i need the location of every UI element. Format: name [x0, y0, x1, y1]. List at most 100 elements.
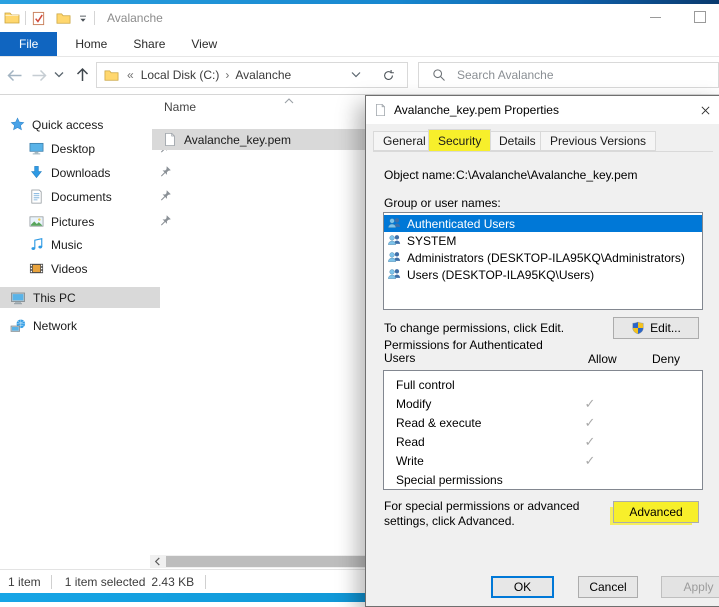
tab-general[interactable]: General [373, 131, 436, 151]
permission-row-read[interactable]: Read ✓ [384, 432, 702, 451]
minimize-button[interactable] [640, 4, 670, 30]
file-icon [163, 132, 177, 147]
allow-checkmark: ✓ [581, 434, 599, 450]
ok-button[interactable]: OK [491, 576, 554, 598]
permission-row-modify[interactable]: Modify ✓ [384, 394, 702, 413]
sidebar-item-this-pc[interactable]: This PC [0, 287, 160, 308]
sidebar-item-downloads[interactable]: Downloads [0, 162, 179, 183]
permission-row-write[interactable]: Write ✓ [384, 451, 702, 470]
qat-properties-button[interactable] [31, 11, 46, 26]
breadcrumb-separator: › [225, 68, 229, 82]
sidebar-item-documents[interactable]: Documents [0, 186, 179, 207]
sidebar-item-label: Music [51, 238, 82, 252]
chevron-down-icon [351, 71, 361, 79]
sidebar-item-label: Quick access [32, 118, 103, 132]
uac-shield-icon [631, 321, 645, 335]
dialog-close-button[interactable] [689, 98, 719, 122]
close-icon [699, 104, 712, 117]
group-row-authenticated-users[interactable]: Authenticated Users [384, 215, 702, 232]
tab-share[interactable]: Share [120, 32, 178, 56]
users-group-icon [387, 216, 402, 231]
breadcrumb-item-folder[interactable]: Avalanche [235, 68, 291, 82]
pin-icon [159, 189, 172, 202]
address-bar[interactable]: « Local Disk (C:) › Avalanche [96, 62, 370, 88]
address-dropdown-button[interactable] [351, 71, 361, 79]
cancel-button[interactable]: Cancel [578, 576, 638, 598]
sort-ascending-icon[interactable] [283, 97, 295, 105]
permissions-listbox[interactable]: Full control Modify ✓ Read & execute ✓ R… [383, 370, 703, 490]
sidebar-item-videos[interactable]: Videos [0, 258, 179, 279]
forward-button[interactable] [29, 65, 49, 85]
permissions-for-label: Permissions for Authenticated Users [384, 339, 574, 365]
recent-locations-button[interactable] [51, 65, 67, 85]
advanced-button[interactable]: Advanced [613, 501, 699, 523]
qat-new-folder-button[interactable] [56, 11, 71, 26]
dialog-titlebar: Avalanche_key.pem Properties [366, 96, 719, 124]
group-row-administrators[interactable]: Administrators (DESKTOP-ILA95KQ\Administ… [384, 249, 702, 266]
breadcrumb-overflow[interactable]: « [127, 68, 134, 82]
tab-file[interactable]: File [0, 32, 57, 56]
object-name-label: Object name: [384, 168, 455, 182]
edit-button[interactable]: Edit... [613, 317, 699, 339]
download-icon [29, 165, 44, 180]
selection-count: 1 item selected [65, 575, 146, 589]
tab-previous-versions[interactable]: Previous Versions [540, 131, 656, 151]
forward-arrow-icon [31, 68, 48, 83]
group-name: SYSTEM [407, 234, 456, 248]
back-arrow-icon [6, 68, 23, 83]
divider [25, 11, 26, 25]
film-icon [29, 261, 44, 276]
properties-check-icon [31, 11, 46, 26]
permission-row-read-execute[interactable]: Read & execute ✓ [384, 413, 702, 432]
sidebar-item-network[interactable]: Network [0, 315, 160, 336]
divider [94, 11, 95, 25]
cancel-button-label: Cancel [589, 580, 626, 594]
apply-button[interactable]: Apply [661, 576, 719, 598]
users-group-icon [387, 233, 402, 248]
sidebar-item-label: Videos [51, 262, 87, 276]
column-header-name[interactable]: Name [164, 100, 196, 114]
group-name: Users (DESKTOP-ILA95KQ\Users) [407, 268, 594, 282]
maximize-button[interactable] [685, 4, 715, 30]
sidebar-item-quick-access[interactable]: Quick access [0, 114, 160, 135]
window-title: Avalanche [107, 11, 163, 25]
tab-details[interactable]: Details [489, 131, 546, 151]
permission-name: Read & execute [396, 416, 481, 430]
allow-checkmark: ✓ [581, 415, 599, 431]
sidebar-item-pictures[interactable]: Pictures [0, 211, 179, 232]
folder-icon [104, 68, 119, 83]
qat-customize-button[interactable] [77, 12, 89, 24]
permission-name: Full control [396, 378, 455, 392]
selection-size: 2.43 KB [151, 575, 194, 589]
permission-row-full-control[interactable]: Full control [384, 375, 702, 394]
group-row-system[interactable]: SYSTEM [384, 232, 702, 249]
tab-security[interactable]: Security [428, 129, 491, 152]
up-button[interactable] [72, 65, 92, 85]
advanced-hint: For special permissions or advanced sett… [384, 499, 624, 529]
dialog-title: Avalanche_key.pem Properties [394, 103, 559, 117]
star-icon [10, 117, 25, 132]
sidebar-item-music[interactable]: Music [0, 234, 179, 255]
group-name: Authenticated Users [407, 217, 515, 231]
permission-row-special-permissions[interactable]: Special permissions [384, 470, 702, 489]
file-icon [374, 103, 387, 117]
tab-home[interactable]: Home [62, 32, 120, 56]
breadcrumb-item-drive[interactable]: Local Disk (C:) [141, 68, 220, 82]
search-input[interactable] [455, 67, 689, 83]
search-box[interactable] [418, 62, 719, 88]
group-row-users[interactable]: Users (DESKTOP-ILA95KQ\Users) [384, 266, 702, 283]
users-group-icon [387, 267, 402, 282]
divider [51, 575, 52, 589]
up-arrow-icon [75, 67, 90, 83]
ok-button-label: OK [514, 580, 531, 594]
apply-button-label: Apply [683, 580, 713, 594]
maximize-icon [694, 11, 706, 23]
group-user-listbox[interactable]: Authenticated Users SYSTEM Administrator… [383, 212, 703, 310]
back-button[interactable] [4, 65, 24, 85]
edit-button-label: Edit... [650, 321, 681, 335]
refresh-button[interactable] [369, 62, 408, 88]
picture-icon [29, 214, 44, 229]
scroll-left-icon[interactable] [153, 557, 162, 566]
computer-icon [10, 290, 26, 306]
tab-view[interactable]: View [178, 32, 230, 56]
